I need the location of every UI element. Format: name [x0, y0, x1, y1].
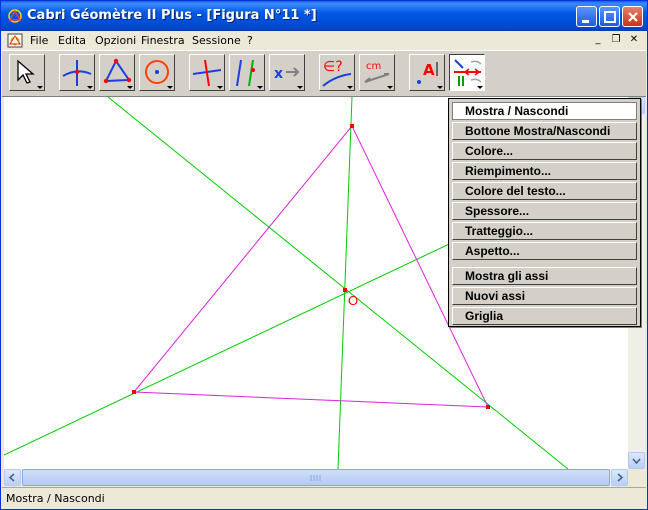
application-window: Cabri Géomètre II Plus - [Figura N°11 *]… — [0, 0, 648, 510]
menu-item-bottone-mostra-nascondi[interactable]: Bottone Mostra/Nascondi — [452, 122, 637, 140]
vertex-point-left[interactable] — [132, 390, 136, 394]
menu-item-griglia[interactable]: Griglia — [452, 307, 637, 325]
mdi-restore-button[interactable]: ❐ — [609, 34, 623, 46]
membership-check-tool-icon: ∈? — [322, 59, 352, 87]
close-button[interactable] — [622, 6, 643, 27]
lines-tool-button[interactable] — [59, 54, 95, 91]
scroll-left-button[interactable] — [4, 469, 21, 486]
perpendicular-tool-button[interactable] — [189, 54, 225, 91]
svg-text:cm: cm — [366, 61, 381, 72]
svg-text:∈?: ∈? — [323, 59, 343, 75]
cabri-app-icon — [8, 9, 22, 23]
menu-item-riempimento[interactable]: Riempimento... — [452, 162, 637, 180]
polygon-tool-icon — [103, 58, 132, 84]
horizontal-scrollbar[interactable] — [4, 469, 628, 486]
pointer-tool-button[interactable] — [9, 54, 45, 91]
scroll-right-button[interactable] — [611, 469, 628, 486]
attributes-tool-button[interactable] — [449, 54, 485, 91]
transform-tool-icon: x — [274, 66, 300, 82]
horizontal-scroll-thumb[interactable] — [22, 469, 610, 486]
transform-tool-button[interactable]: x — [269, 54, 305, 91]
menu-help[interactable]: ? — [247, 34, 253, 47]
title-bar[interactable]: Cabri Géomètre II Plus - [Figura N°11 *] — [1, 1, 647, 31]
svg-text:x: x — [274, 66, 283, 82]
menu-bar: File Edita Opzioni Finestra Sessione ? _… — [1, 31, 647, 50]
menu-item-mostra-assi[interactable]: Mostra gli assi — [452, 267, 637, 285]
menu-item-spessore[interactable]: Spessore... — [452, 202, 637, 220]
menu-sessione[interactable]: Sessione — [192, 34, 241, 47]
menu-item-aspetto[interactable]: Aspetto... — [452, 242, 637, 260]
text-tool-icon: A — [417, 61, 438, 84]
circle-tool-icon — [145, 60, 169, 84]
perpendicular-tool-icon — [192, 59, 222, 87]
window-title: Cabri Géomètre II Plus - [Figura N°11 *] — [27, 8, 317, 23]
text-tool-button[interactable]: A — [409, 54, 445, 91]
membership-check-tool-button[interactable]: ∈? — [319, 54, 355, 91]
scroll-down-button[interactable] — [628, 452, 645, 469]
maximize-button[interactable] — [599, 6, 620, 27]
attributes-popup-menu: Mostra / Nascondi Bottone Mostra/Nascond… — [448, 98, 641, 327]
mdi-close-button[interactable]: ✕ — [627, 34, 641, 46]
triangle-side-bc[interactable] — [133, 391, 489, 408]
status-bar: Mostra / Nascondi — [2, 487, 646, 509]
vertex-point-top[interactable] — [350, 124, 354, 128]
menu-item-colore[interactable]: Colore... — [452, 142, 637, 160]
svg-text:A: A — [423, 61, 435, 79]
attributes-tool-icon — [454, 59, 482, 86]
minimize-button[interactable] — [576, 6, 597, 27]
altitude-line-b[interactable] — [337, 97, 353, 469]
toolbar: x ∈? cm A — [2, 50, 646, 97]
menu-finestra[interactable]: Finestra — [141, 34, 185, 47]
mdi-minimize-button[interactable]: _ — [591, 34, 605, 46]
document-icon[interactable] — [7, 33, 23, 48]
orthocenter-point[interactable] — [343, 288, 347, 292]
parallel-tool-icon — [236, 59, 255, 87]
menu-item-colore-testo[interactable]: Colore del testo... — [452, 182, 637, 200]
vertex-point-right[interactable] — [486, 405, 490, 409]
menu-opzioni[interactable]: Opzioni — [95, 34, 136, 47]
polygon-tool-button[interactable] — [99, 54, 135, 91]
menu-item-nuovi-assi[interactable]: Nuovi assi — [452, 287, 637, 305]
status-text: Mostra / Nascondi — [6, 492, 105, 505]
measure-tool-button[interactable]: cm — [359, 54, 395, 91]
menu-edita[interactable]: Edita — [58, 34, 86, 47]
scroll-corner — [628, 469, 645, 486]
triangle-side-ab[interactable] — [133, 125, 353, 393]
circle-tool-button[interactable] — [139, 54, 175, 91]
orthocenter-label[interactable]: O — [348, 293, 358, 308]
menu-file[interactable]: File — [30, 34, 48, 47]
menu-item-mostra-nascondi[interactable]: Mostra / Nascondi — [452, 102, 637, 120]
menu-item-tratteggio[interactable]: Tratteggio... — [452, 222, 637, 240]
measure-tool-icon: cm — [364, 61, 390, 83]
lines-tool-icon — [62, 60, 92, 86]
parallel-tool-button[interactable] — [229, 54, 265, 91]
pointer-tool-icon — [17, 59, 35, 84]
